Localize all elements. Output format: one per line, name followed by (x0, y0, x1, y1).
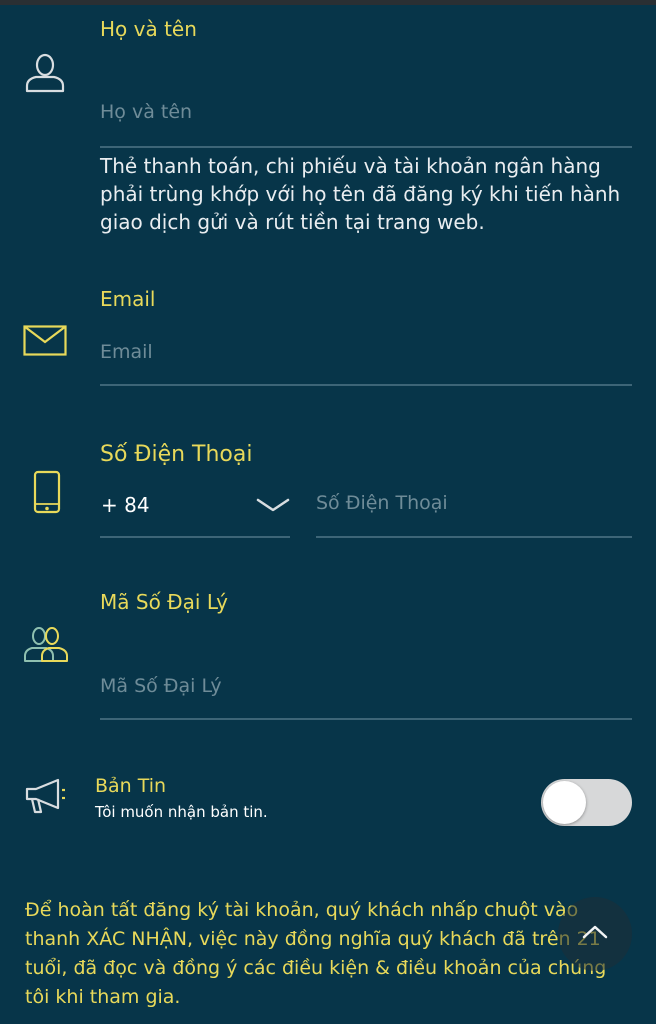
envelope-icon (23, 325, 67, 356)
phone-underline (316, 536, 632, 538)
mobile-phone-icon (33, 470, 61, 514)
email-input[interactable]: Email (100, 341, 153, 363)
newsletter-title: Bản Tin (95, 775, 167, 797)
terms-notice: Để hoàn tất đăng ký tài khoản, quý khách… (25, 899, 607, 1008)
full-name-note: Thẻ thanh toán, chi phiếu và tài khoản n… (100, 154, 621, 234)
user-icon (25, 53, 65, 93)
users-icon (24, 627, 68, 662)
top-status-strip (0, 0, 656, 5)
country-code-underline (100, 536, 290, 538)
chevron-up-icon (582, 925, 608, 939)
toggle-knob (543, 781, 586, 824)
scroll-top-button[interactable] (558, 897, 632, 971)
megaphone-icon (25, 778, 65, 814)
agent-code-underline (100, 718, 632, 720)
chevron-down-icon[interactable] (256, 496, 290, 514)
newsletter-subtitle: Tôi muốn nhận bản tin. (95, 803, 268, 821)
email-underline (100, 384, 632, 386)
full-name-underline (100, 146, 632, 148)
full-name-label: Họ và tên (100, 17, 197, 41)
email-label: Email (100, 287, 156, 311)
agent-code-input[interactable]: Mã Số Đại Lý (100, 675, 222, 697)
full-name-input[interactable]: Họ và tên (100, 101, 192, 123)
phone-label: Số Điện Thoại (100, 442, 253, 467)
phone-input[interactable]: Số Điện Thoại (316, 492, 448, 514)
country-code-select[interactable]: + 84 (101, 493, 150, 517)
agent-code-label: Mã Số Đại Lý (100, 590, 228, 614)
newsletter-toggle[interactable] (541, 779, 632, 826)
